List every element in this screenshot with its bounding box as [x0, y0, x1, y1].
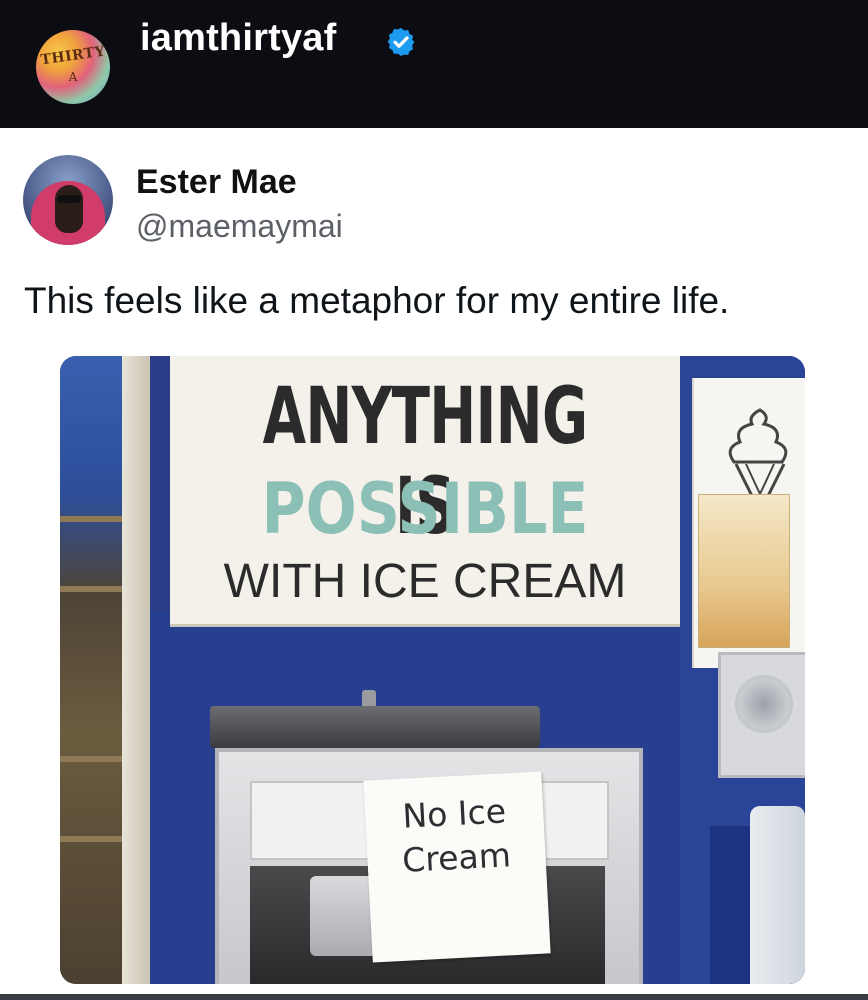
account-avatar[interactable]: THIRTY A	[36, 30, 110, 104]
account-header: THIRTY A iamthirtyaf	[0, 0, 868, 128]
paper-sign-line-1: No Ice	[401, 791, 507, 836]
avatar-logo-text: THIRTY	[39, 43, 107, 69]
sign-line-possible: POSSIBLE	[261, 468, 589, 550]
shelf-line	[60, 836, 130, 842]
photo-pillar	[122, 356, 150, 984]
paper-sign-line-2: Cream	[401, 835, 512, 880]
verified-badge-icon	[387, 28, 415, 56]
tweet-author-handle[interactable]: @maemaymai	[136, 208, 343, 245]
machine-lid	[210, 706, 540, 748]
photo-store-shelves	[60, 356, 130, 984]
shelf-line	[60, 756, 130, 762]
no-ice-cream-paper-sign: No Ice Cream	[363, 771, 551, 963]
bottom-divider	[0, 994, 868, 1000]
tweet-author-name[interactable]: Ester Mae	[136, 163, 297, 202]
tweet-text: This feels like a metaphor for my entire…	[24, 280, 730, 321]
promo-card	[698, 494, 790, 648]
wall-fan-unit	[718, 652, 805, 778]
tweet-author-avatar[interactable]	[23, 155, 113, 245]
shelf-line	[60, 516, 130, 522]
fan-vent	[735, 675, 793, 733]
tweet-photo[interactable]: ANYTHING IS POSSIBLE WITH ICE CREAM No I…	[60, 356, 805, 984]
avatar-dog-shape	[55, 185, 83, 233]
account-username[interactable]: iamthirtyaf	[140, 17, 336, 60]
ice-cream-sign: ANYTHING IS POSSIBLE WITH ICE CREAM	[170, 356, 680, 627]
avatar-logo-subtext: A	[68, 70, 78, 84]
avatar-sunglasses-shape	[57, 195, 81, 203]
shelf-line	[60, 586, 130, 592]
ice-bag	[750, 806, 805, 984]
sign-line-with-ice-cream: WITH ICE CREAM	[223, 555, 627, 608]
